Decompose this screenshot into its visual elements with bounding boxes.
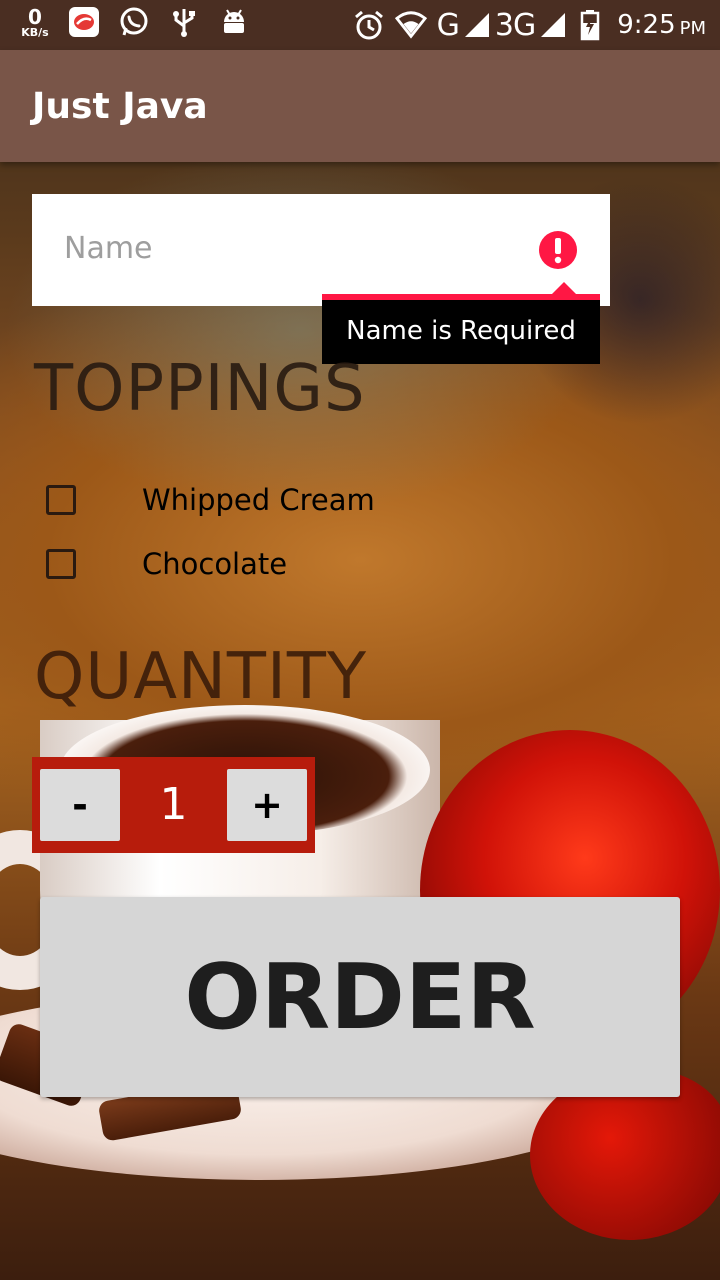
whatsapp-icon <box>118 6 150 38</box>
alarm-icon <box>353 9 385 41</box>
order-button[interactable]: ORDER <box>40 897 680 1097</box>
network-type-3g: 3G <box>494 7 536 43</box>
tooltip-error-bar <box>322 294 600 300</box>
network-type-g: G <box>436 7 460 43</box>
network-speed-unit: KB/s <box>21 25 49 39</box>
topping-chocolate[interactable]: Chocolate <box>46 547 287 581</box>
error-icon <box>538 230 578 270</box>
tooltip-arrow <box>552 282 576 294</box>
quantity-value: 1 <box>159 779 188 830</box>
error-message: Name is Required <box>346 316 576 346</box>
chocolate-checkbox[interactable] <box>46 549 76 579</box>
increment-button[interactable]: + <box>227 769 307 841</box>
topping-whipped-cream[interactable]: Whipped Cream <box>46 483 375 517</box>
app-bar: Just Java <box>0 50 720 162</box>
android-debug-icon <box>218 6 250 38</box>
network-speed-value: 0 <box>28 4 42 29</box>
name-field-container <box>32 194 610 306</box>
signal-icon-1 <box>461 9 493 41</box>
chocolate-label: Chocolate <box>142 547 288 581</box>
signal-icon-2 <box>537 9 569 41</box>
quantity-heading: QUANTITY <box>34 640 368 714</box>
whipped-cream-label: Whipped Cream <box>142 483 375 517</box>
app-notification-icon <box>68 6 100 38</box>
clock-time: 9:25 <box>617 10 676 40</box>
whipped-cream-checkbox[interactable] <box>46 485 76 515</box>
wifi-icon <box>394 9 427 41</box>
toppings-heading: TOPPINGS <box>34 352 366 426</box>
network-speed: 0 KB/s <box>16 7 54 38</box>
name-input[interactable] <box>64 224 524 272</box>
status-bar: 0 KB/s G 3G 9:25 PM <box>0 0 720 50</box>
app-title: Just Java <box>32 86 208 127</box>
usb-icon <box>168 6 200 38</box>
clock-ampm: PM <box>679 17 706 39</box>
quantity-stepper: - 1 + <box>32 757 315 853</box>
decrement-button[interactable]: - <box>40 769 120 841</box>
battery-charging-icon <box>579 9 601 41</box>
